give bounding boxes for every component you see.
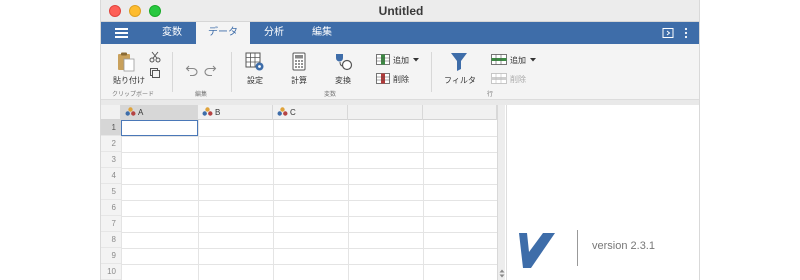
- grid-line: [198, 120, 199, 280]
- grid-line: [121, 232, 497, 233]
- hamburger-menu-icon[interactable]: [115, 28, 128, 38]
- delete-variable-label[interactable]: 削除: [393, 74, 409, 85]
- transform-icon[interactable]: [334, 52, 354, 72]
- transform-label[interactable]: 変換: [335, 75, 351, 86]
- row-number[interactable]: 5: [101, 184, 121, 200]
- grid-line: [121, 120, 122, 280]
- column-header-a[interactable]: A: [121, 105, 198, 120]
- delete-variable-icon[interactable]: [376, 73, 390, 84]
- grid-line: [121, 168, 497, 169]
- edit-group-label: 編集: [195, 92, 208, 98]
- setup-label[interactable]: 設定: [247, 75, 263, 86]
- delete-row-label[interactable]: 削除: [510, 74, 526, 85]
- nominal-variable-icon: [125, 107, 136, 117]
- row-number[interactable]: 10: [101, 264, 121, 280]
- column-header-row: A B C: [101, 105, 497, 120]
- tab-analyses[interactable]: 分析: [250, 22, 298, 44]
- grid-line: [121, 136, 497, 137]
- panel-resize-handle[interactable]: [497, 105, 505, 280]
- app-window: Untitled 変数 データ 分析 編集 貼り付け クリップボード 編集 設定…: [100, 0, 700, 280]
- row-number[interactable]: 7: [101, 216, 121, 232]
- add-row-icon[interactable]: [491, 54, 507, 65]
- cut-icon[interactable]: [149, 51, 161, 63]
- menu-bar: 変数 データ 分析 編集: [101, 22, 699, 44]
- tab-data[interactable]: データ: [196, 22, 250, 44]
- row-number[interactable]: 2: [101, 136, 121, 152]
- redo-icon[interactable]: [203, 64, 217, 76]
- ribbon-divider: [431, 52, 432, 92]
- grid-line: [273, 120, 274, 280]
- grid-line: [121, 264, 497, 265]
- paste-label[interactable]: 貼り付け: [113, 75, 145, 86]
- column-name: C: [290, 108, 296, 117]
- results-panel: version 2.3.1: [506, 105, 699, 280]
- chevron-down-icon[interactable]: [530, 58, 536, 62]
- row-number[interactable]: 3: [101, 152, 121, 168]
- compute-icon[interactable]: [292, 52, 306, 71]
- window-title: Untitled: [378, 4, 424, 18]
- column-header-c[interactable]: C: [273, 105, 348, 120]
- data-spreadsheet[interactable]: A B C 1 2 3 4 5 6 7 8 9 10: [101, 105, 497, 280]
- ribbon-divider: [231, 52, 232, 92]
- grid-line: [121, 216, 497, 217]
- column-header-b[interactable]: B: [198, 105, 273, 120]
- grid-line: [121, 200, 497, 201]
- column-name: B: [215, 108, 221, 117]
- row-number[interactable]: 6: [101, 200, 121, 216]
- ribbon-divider: [172, 52, 173, 92]
- compute-label[interactable]: 計算: [291, 75, 307, 86]
- version-label: version 2.3.1: [592, 240, 655, 252]
- tab-edit[interactable]: 編集: [298, 22, 346, 44]
- grid-line: [121, 248, 497, 249]
- nominal-variable-icon: [202, 107, 213, 117]
- more-options-icon[interactable]: [683, 27, 689, 39]
- delete-row-icon[interactable]: [491, 73, 507, 84]
- grid-line: [121, 152, 497, 153]
- title-bar: Untitled: [101, 0, 699, 22]
- clipboard-group-label: クリップボード: [112, 92, 155, 98]
- add-variable-icon[interactable]: [376, 54, 390, 65]
- ribbon-toolbar: 貼り付け クリップボード 編集 設定 計算 変換 追加 削除 変数 フィルタ 追…: [101, 44, 699, 100]
- column-name: A: [138, 108, 144, 117]
- row-number[interactable]: 9: [101, 248, 121, 264]
- column-header-empty[interactable]: [423, 105, 497, 120]
- grid-line: [348, 120, 349, 280]
- nominal-variable-icon: [277, 107, 288, 117]
- row-number[interactable]: 8: [101, 232, 121, 248]
- mode-toggle-icon[interactable]: [662, 27, 674, 39]
- row-number[interactable]: 4: [101, 168, 121, 184]
- tab-variables[interactable]: 変数: [148, 22, 196, 44]
- filter-icon[interactable]: [450, 52, 468, 72]
- resize-arrows-icon: [499, 269, 505, 278]
- variables-group-label: 変数: [324, 92, 337, 98]
- version-divider: [577, 230, 578, 266]
- copy-icon[interactable]: [149, 67, 161, 79]
- chevron-down-icon[interactable]: [413, 58, 419, 62]
- filter-label[interactable]: フィルタ: [444, 75, 476, 86]
- add-row-label[interactable]: 追加: [510, 55, 526, 66]
- undo-icon[interactable]: [185, 64, 199, 76]
- setup-icon[interactable]: [245, 52, 265, 72]
- grid-line: [423, 120, 424, 280]
- corner-cell[interactable]: [101, 105, 121, 120]
- jamovi-logo: [519, 233, 555, 268]
- active-cell[interactable]: [121, 120, 198, 136]
- rows-group-label: 行: [487, 92, 494, 98]
- row-number[interactable]: 1: [101, 120, 121, 136]
- column-header-empty[interactable]: [348, 105, 423, 120]
- grid-line: [121, 184, 497, 185]
- add-variable-label[interactable]: 追加: [393, 55, 409, 66]
- paste-icon[interactable]: [117, 52, 135, 72]
